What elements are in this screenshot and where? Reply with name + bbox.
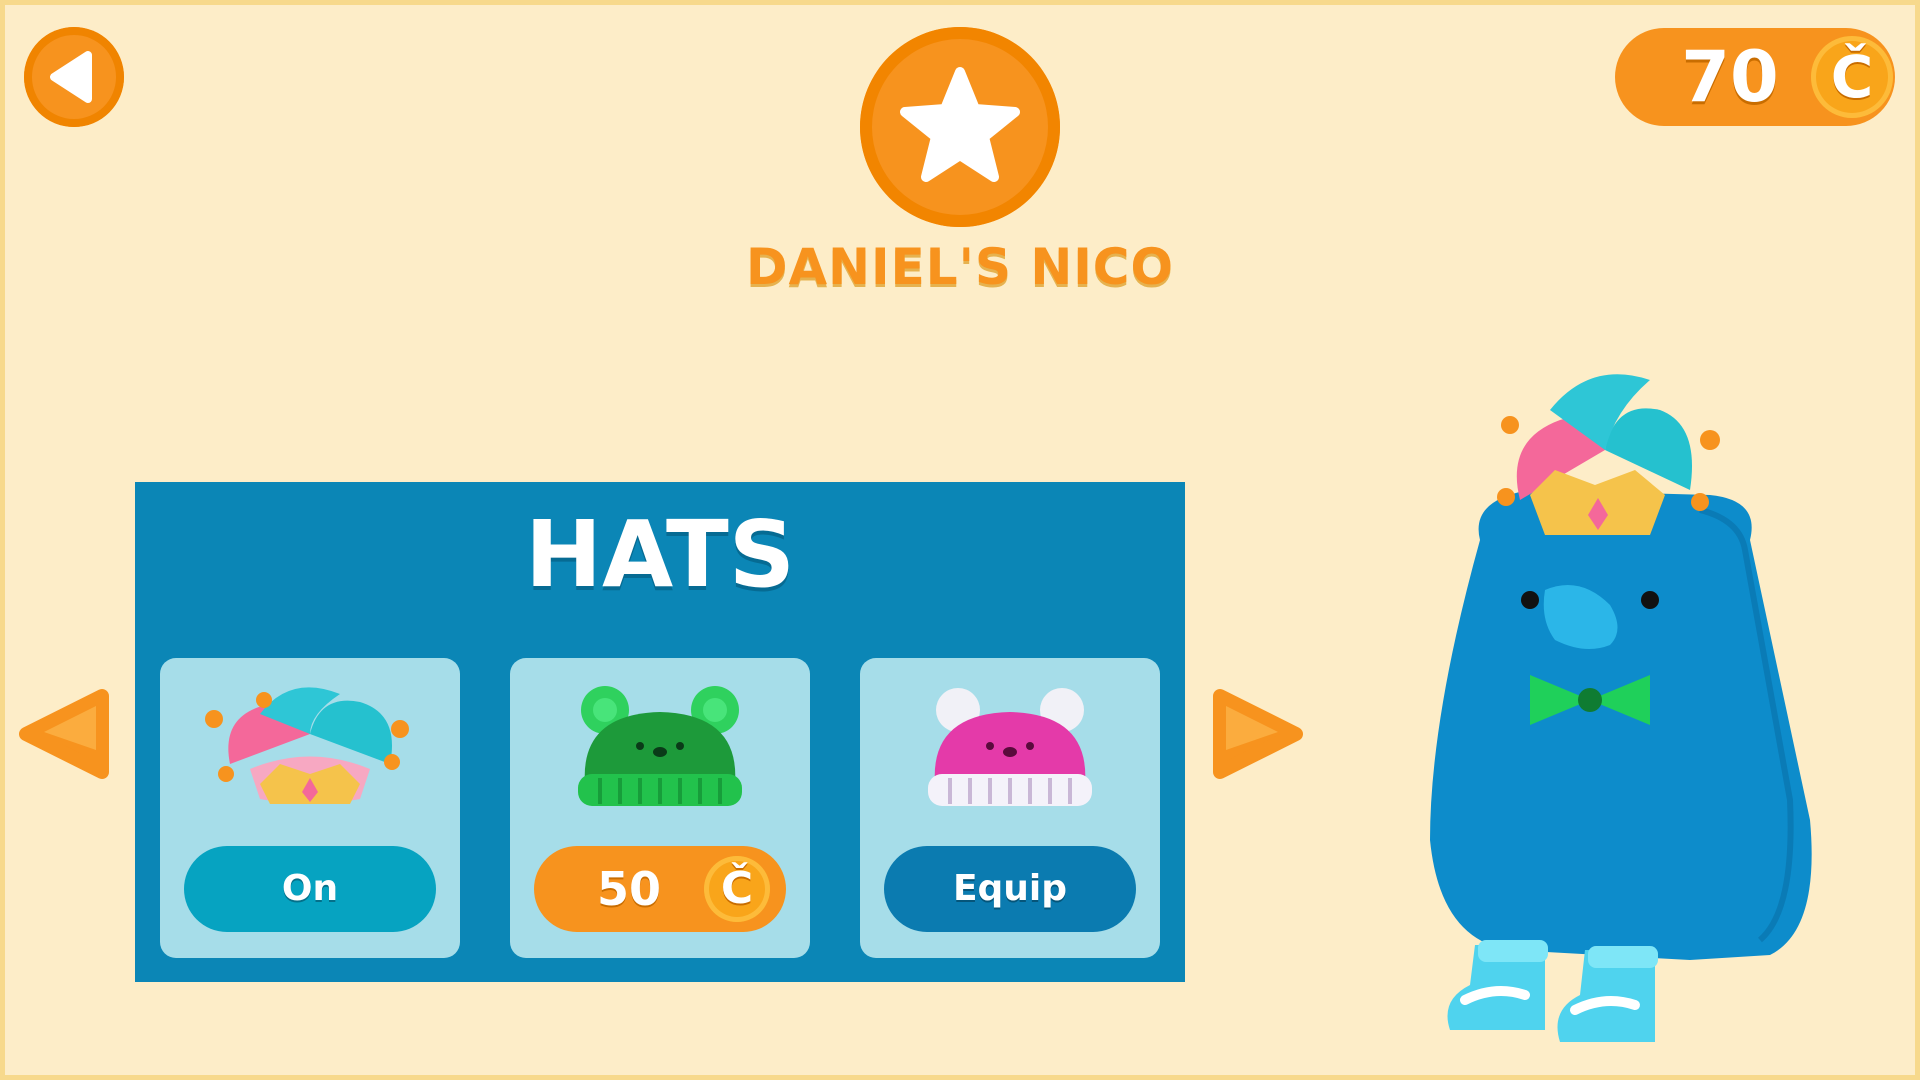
pink-bear-beanie-icon — [928, 688, 1092, 806]
coin-balance: 70 Č — [1615, 28, 1895, 126]
hats-panel: HATS On 50 Č Equip — [135, 482, 1185, 982]
coin-icon: Č — [1811, 36, 1893, 118]
coin-icon: Č — [704, 856, 770, 922]
hat-card-pink-bear[interactable]: Equip — [860, 658, 1160, 958]
back-arrow-icon — [50, 51, 92, 103]
equip-button[interactable]: Equip — [884, 846, 1136, 932]
buy-button[interactable]: 50 Č — [534, 846, 786, 932]
left-arrow-icon[interactable] — [14, 684, 114, 784]
coin-amount: 70 — [1681, 36, 1779, 118]
equipped-button[interactable]: On — [184, 846, 436, 932]
page-title: DANIEL'S NICO — [745, 238, 1175, 296]
jester-hat-icon — [205, 687, 409, 804]
hat-card-jester[interactable]: On — [160, 658, 460, 958]
price-label: 50 — [596, 862, 661, 916]
character-nico — [1430, 374, 1812, 1042]
star-icon — [900, 67, 1020, 182]
right-arrow-icon[interactable] — [1208, 684, 1308, 784]
green-bear-beanie-icon — [578, 686, 742, 806]
hat-card-green-bear[interactable]: 50 Č — [510, 658, 810, 958]
category-title: HATS — [524, 501, 796, 608]
back-button[interactable] — [24, 27, 124, 127]
profile-badge — [860, 27, 1060, 227]
